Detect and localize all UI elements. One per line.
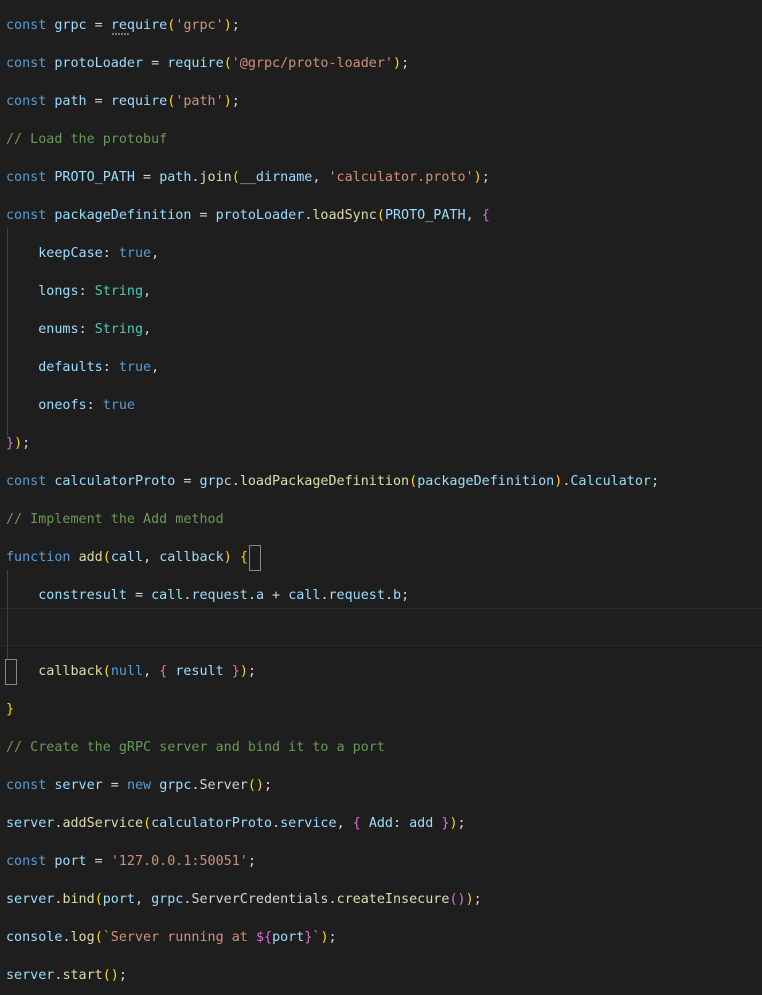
code-line[interactable]: }	[0, 691, 762, 729]
code-line[interactable]: const grpc = require('grpc');	[0, 7, 762, 45]
info-squiggle	[112, 33, 129, 36]
code-line[interactable]: console.log(`Server running at ${port}`)…	[0, 919, 762, 957]
code-line[interactable]: longs: String,	[0, 273, 762, 311]
code-line[interactable]: const calculatorProto = grpc.loadPackage…	[0, 463, 762, 501]
code-editor[interactable]: const grpc = require('grpc'); const prot…	[0, 0, 762, 983]
code-line[interactable]: function add(call, callback) {	[0, 539, 762, 577]
code-line[interactable]: server.bind(port, grpc.ServerCredentials…	[0, 881, 762, 919]
code-line[interactable]: keepCase: true,	[0, 235, 762, 273]
code-line[interactable]: const server = new grpc.Server();	[0, 767, 762, 805]
code-line[interactable]: const PROTO_PATH = path.join(__dirname, …	[0, 159, 762, 197]
code-line[interactable]: const protoLoader = require('@grpc/proto…	[0, 45, 762, 83]
code-line[interactable]: enums: String,	[0, 311, 762, 349]
code-line[interactable]: server.start();	[0, 957, 762, 995]
code-line[interactable]: constresult = call.request.a + call.requ…	[0, 577, 762, 615]
code-line[interactable]: });	[0, 425, 762, 463]
code-line[interactable]: const packageDefinition = protoLoader.lo…	[0, 197, 762, 235]
code-line-comment[interactable]: // Load the protobuf	[0, 121, 762, 159]
code-line[interactable]: server.addService(calculatorProto.servic…	[0, 805, 762, 843]
code-line[interactable]: const port = '127.0.0.1:50051';	[0, 843, 762, 881]
code-line[interactable]: oneofs: true	[0, 387, 762, 425]
code-line-comment[interactable]: // Create the gRPC server and bind it to…	[0, 729, 762, 767]
code-line[interactable]: callback(null, { result });	[0, 653, 762, 691]
code-line[interactable]: defaults: true,	[0, 349, 762, 387]
code-line-empty[interactable]	[0, 615, 762, 653]
code-line[interactable]: const path = require('path');	[0, 83, 762, 121]
code-line-comment[interactable]: // Implement the Add method	[0, 501, 762, 539]
